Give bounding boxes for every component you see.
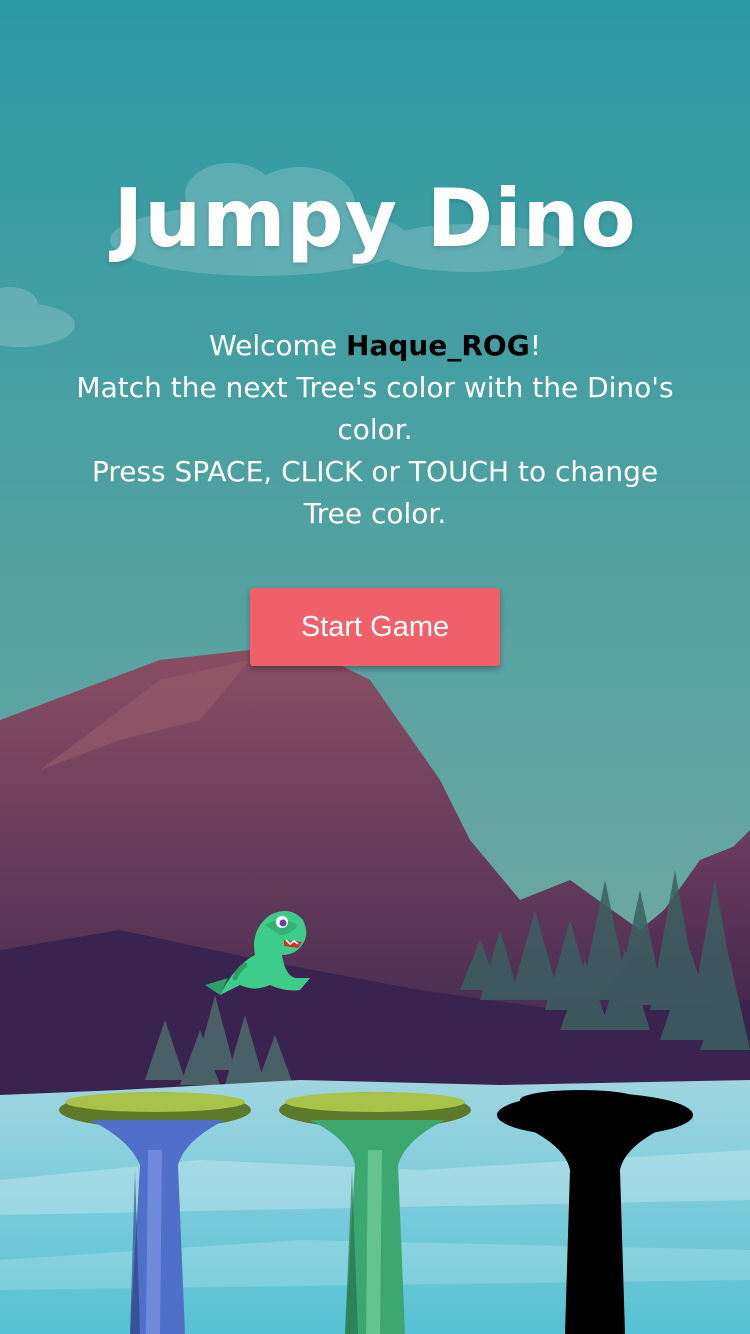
instructions-panel: Welcome Haque_ROG! Match the next Tree's… — [60, 325, 690, 535]
welcome-suffix: ! — [529, 329, 541, 362]
instruction-match: Match the next Tree's color with the Din… — [76, 371, 674, 446]
instruction-controls: Press SPACE, CLICK or TOUCH to change Tr… — [91, 455, 659, 530]
start-game-button[interactable]: Start Game — [250, 588, 500, 666]
game-title: Jumpy Dino — [113, 172, 637, 265]
welcome-line: Welcome Haque_ROG! — [60, 325, 690, 367]
welcome-prefix: Welcome — [209, 329, 347, 362]
player-name: Haque_ROG — [346, 329, 530, 362]
